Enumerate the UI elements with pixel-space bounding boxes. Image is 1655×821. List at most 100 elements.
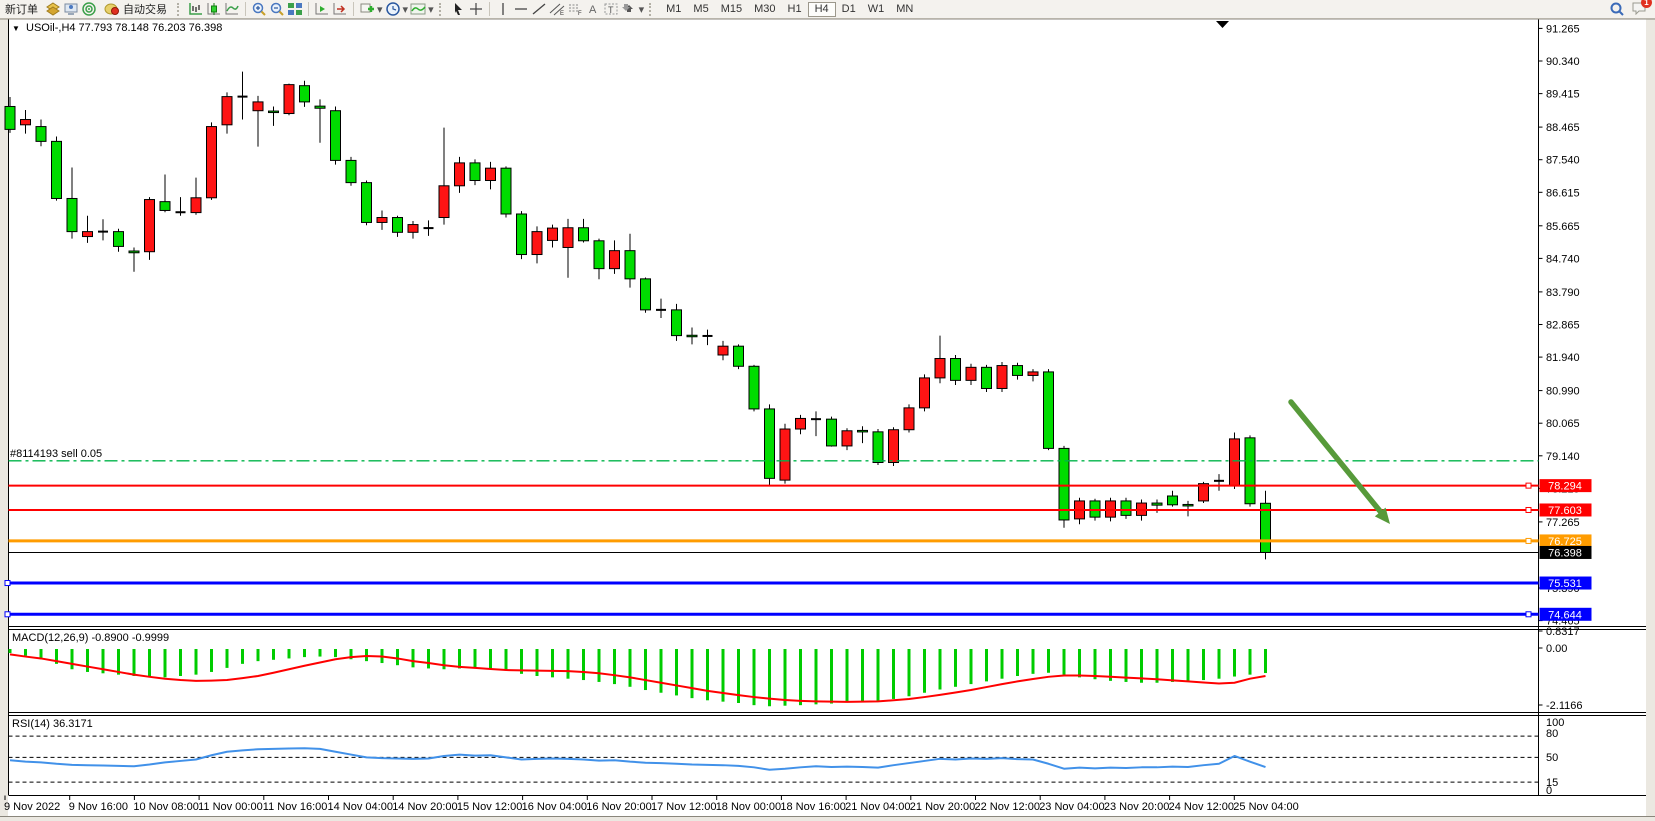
bear-candle <box>1044 372 1054 448</box>
bull-candle <box>997 366 1007 389</box>
price-badge-label: 77.603 <box>1548 505 1582 517</box>
timeframe-m15[interactable]: M15 <box>715 2 748 17</box>
bear-candle <box>331 111 341 161</box>
macd-tick-label: 0.00 <box>1546 643 1567 655</box>
line-handle[interactable] <box>5 581 10 586</box>
timeframe-d1[interactable]: D1 <box>836 2 862 17</box>
line-chart-icon[interactable] <box>224 2 240 16</box>
fibonacci-icon[interactable]: F <box>567 2 583 16</box>
bull-candle <box>563 228 573 248</box>
bull-candle <box>610 251 620 269</box>
new-order-button[interactable]: 新订单 <box>0 1 43 17</box>
bull-candle <box>1230 439 1240 486</box>
arrows-dropdown-icon[interactable]: ▾ <box>639 3 645 16</box>
time-tick-label: 22 Nov 12:00 <box>975 801 1040 813</box>
bear-candle <box>52 141 62 198</box>
bear-candle <box>501 168 511 214</box>
bull-candle <box>145 200 155 252</box>
time-tick-label: 18 Nov 00:00 <box>716 801 781 813</box>
trendline-icon[interactable] <box>531 2 547 16</box>
price-badge-label: 75.531 <box>1548 578 1582 590</box>
bull-candle <box>796 418 806 429</box>
zoom-in-icon[interactable] <box>251 2 267 16</box>
rsi-tick-label: 80 <box>1546 728 1558 740</box>
price-tick-label: 82.865 <box>1546 320 1580 332</box>
macd-tick-label: -2.1166 <box>1546 700 1583 712</box>
time-tick-label: 14 Nov 20:00 <box>392 801 457 813</box>
bull-candle <box>191 198 201 213</box>
hline-icon[interactable] <box>513 2 529 16</box>
line-handle[interactable] <box>1526 483 1531 488</box>
crosshair-icon[interactable] <box>468 2 484 16</box>
timeframe-h1[interactable]: H1 <box>782 2 808 17</box>
bull-candle <box>842 431 852 446</box>
window-right-edge <box>1646 18 1655 821</box>
timeframe-m30[interactable]: M30 <box>748 2 781 17</box>
bear-candle <box>315 106 325 108</box>
line-handle[interactable] <box>5 612 10 617</box>
new-chart-dropdown-icon[interactable]: ▾ <box>377 3 383 16</box>
terminal-icon[interactable] <box>63 2 79 16</box>
search-icon[interactable] <box>1609 2 1625 16</box>
text-icon[interactable]: A <box>585 2 601 16</box>
timeframe-h4[interactable]: H4 <box>808 2 836 17</box>
bar-chart-icon[interactable] <box>188 2 204 16</box>
chart-step-icon[interactable] <box>332 2 348 16</box>
layers-icon[interactable] <box>45 2 61 16</box>
bear-candle <box>160 202 170 211</box>
line-handle[interactable] <box>1526 507 1531 512</box>
price-badge-label: 76.398 <box>1548 547 1582 559</box>
zoom-out-icon[interactable] <box>269 2 285 16</box>
autotrade-label: 自动交易 <box>123 1 167 17</box>
bear-candle <box>672 310 682 336</box>
new-chart-icon[interactable] <box>359 2 375 16</box>
bull-candle <box>377 218 387 223</box>
timeframe-m5[interactable]: M5 <box>687 2 714 17</box>
indicators-icon[interactable] <box>410 2 426 16</box>
bull-candle <box>21 120 31 125</box>
clock-icon[interactable] <box>385 2 401 16</box>
channel-icon[interactable]: E <box>549 2 565 16</box>
chart-play-icon[interactable] <box>314 2 330 16</box>
indicators-dropdown-icon[interactable]: ▾ <box>428 3 434 16</box>
timeframe-m1[interactable]: M1 <box>660 2 687 17</box>
bear-candle <box>36 127 46 142</box>
price-tick-label: 83.790 <box>1546 287 1580 299</box>
price-tick-label: 89.415 <box>1546 89 1580 101</box>
price-tick-label: 81.940 <box>1546 352 1580 364</box>
timeframe-mn[interactable]: MN <box>890 2 919 17</box>
svg-text:T: T <box>608 5 614 15</box>
bear-candle <box>765 409 775 478</box>
bull-candle <box>222 97 232 125</box>
cursor-icon[interactable] <box>450 2 466 16</box>
bear-candle <box>470 163 480 181</box>
bull-candle <box>486 168 496 180</box>
vline-icon[interactable] <box>495 2 511 16</box>
price-tick-label: 84.740 <box>1546 253 1580 265</box>
arrows-icon[interactable] <box>621 2 637 16</box>
time-tick-label: 24 Nov 12:00 <box>1169 801 1234 813</box>
line-handle[interactable] <box>1526 612 1531 617</box>
candlestick-icon[interactable] <box>206 2 222 16</box>
chat-button[interactable]: 1 <box>1631 1 1647 18</box>
rsi-tick-label: 0 <box>1546 785 1552 797</box>
price-tick-label: 80.990 <box>1546 386 1580 398</box>
signal-icon[interactable] <box>81 2 97 16</box>
label-icon[interactable]: T <box>603 2 619 16</box>
timeframe-group: M1M5M15M30H1H4D1W1MN <box>660 2 919 17</box>
chart-collapse-icon: ▼ <box>12 24 20 33</box>
bear-candle <box>114 232 124 247</box>
toolbar-grip <box>439 3 445 16</box>
clock-dropdown-icon[interactable]: ▾ <box>403 3 409 16</box>
time-tick-label: 18 Nov 16:00 <box>780 801 845 813</box>
autotrade-button[interactable]: 自动交易 <box>99 1 172 17</box>
chat-badge: 1 <box>1641 0 1652 8</box>
chart-canvas[interactable]: 91.26590.34089.41588.46587.54086.61585.6… <box>0 0 1655 821</box>
tile-windows-icon[interactable] <box>287 2 303 16</box>
time-tick-label: 9 Nov 2022 <box>4 801 60 813</box>
bull-candle <box>966 367 976 380</box>
price-badge-label: 74.644 <box>1548 609 1582 621</box>
timeframe-w1[interactable]: W1 <box>862 2 891 17</box>
time-tick-label: 10 Nov 08:00 <box>133 801 198 813</box>
line-handle[interactable] <box>1526 538 1531 543</box>
